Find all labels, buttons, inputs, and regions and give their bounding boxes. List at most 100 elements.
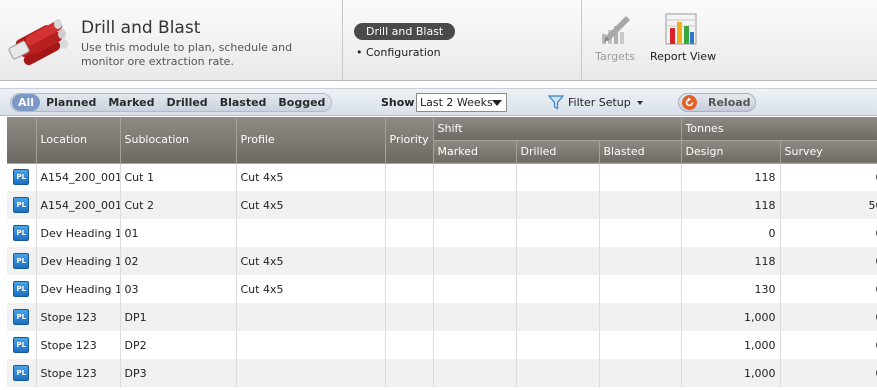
- cell-design[interactable]: 130: [681, 275, 781, 303]
- cell-priority[interactable]: [385, 219, 434, 247]
- cell-survey[interactable]: 50: [780, 191, 877, 219]
- cell-sublocation[interactable]: DP2: [120, 331, 237, 359]
- targets-button[interactable]: Targets: [594, 12, 636, 63]
- cell-blasted[interactable]: [599, 163, 682, 191]
- cell-location[interactable]: A154_200_001: [36, 163, 121, 191]
- table-row[interactable]: PL Stope 123DP3 1,0000: [7, 359, 877, 387]
- cell-profile[interactable]: Cut 4x5: [236, 163, 386, 191]
- cell-drilled[interactable]: [516, 163, 600, 191]
- col-header-survey[interactable]: Survey: [780, 140, 877, 164]
- cell-blasted[interactable]: [599, 331, 682, 359]
- cell-design[interactable]: 0: [681, 219, 781, 247]
- filter-bogged[interactable]: Bogged: [272, 94, 331, 111]
- cell-location[interactable]: Stope 123: [36, 303, 121, 331]
- filter-planned[interactable]: Planned: [40, 94, 102, 111]
- cell-blasted[interactable]: [599, 219, 682, 247]
- cell-blasted[interactable]: [599, 275, 682, 303]
- cell-marked[interactable]: [433, 275, 517, 303]
- cell-priority[interactable]: [385, 303, 434, 331]
- cell-marked[interactable]: [433, 219, 517, 247]
- cell-marked[interactable]: [433, 247, 517, 275]
- cell-location[interactable]: Dev Heading 1: [36, 219, 121, 247]
- cell-sublocation[interactable]: 01: [120, 219, 237, 247]
- nav-configuration[interactable]: • Configuration: [356, 46, 441, 59]
- col-header-location[interactable]: Location: [36, 117, 121, 164]
- cell-drilled[interactable]: [516, 247, 600, 275]
- filter-drilled[interactable]: Drilled: [160, 94, 213, 111]
- col-header-sublocation[interactable]: Sublocation: [120, 117, 237, 164]
- table-row[interactable]: PL A154_200_001Cut 1Cut 4x5 1180: [7, 163, 877, 191]
- cell-drilled[interactable]: [516, 331, 600, 359]
- cell-drilled[interactable]: [516, 303, 600, 331]
- cell-location[interactable]: Dev Heading 1: [36, 247, 121, 275]
- cell-priority[interactable]: [385, 247, 434, 275]
- table-row[interactable]: PL Dev Heading 102Cut 4x5 1180: [7, 247, 877, 275]
- cell-drilled[interactable]: [516, 219, 600, 247]
- cell-marked[interactable]: [433, 191, 517, 219]
- col-header-priority[interactable]: Priority: [385, 117, 434, 164]
- cell-location[interactable]: Stope 123: [36, 331, 121, 359]
- cell-sublocation[interactable]: Cut 2: [120, 191, 237, 219]
- filter-blasted[interactable]: Blasted: [214, 94, 273, 111]
- cell-design[interactable]: 118: [681, 247, 781, 275]
- cell-blasted[interactable]: [599, 359, 682, 387]
- cell-drilled[interactable]: [516, 191, 600, 219]
- filter-setup-button[interactable]: Filter Setup: [548, 95, 643, 110]
- cell-profile[interactable]: [236, 331, 386, 359]
- cell-profile[interactable]: Cut 4x5: [236, 191, 386, 219]
- filter-all[interactable]: All: [12, 94, 41, 111]
- cell-survey[interactable]: 0: [780, 247, 877, 275]
- cell-sublocation[interactable]: 02: [120, 247, 237, 275]
- cell-drilled[interactable]: [516, 359, 600, 387]
- cell-priority[interactable]: [385, 191, 434, 219]
- cell-priority[interactable]: [385, 163, 434, 191]
- cell-marked[interactable]: [433, 331, 517, 359]
- cell-design[interactable]: 118: [681, 163, 781, 191]
- cell-design[interactable]: 1,000: [681, 359, 781, 387]
- cell-survey[interactable]: 0: [780, 275, 877, 303]
- cell-location[interactable]: Dev Heading 1: [36, 275, 121, 303]
- table-row[interactable]: PL Dev Heading 101 00: [7, 219, 877, 247]
- cell-marked[interactable]: [433, 303, 517, 331]
- col-header-marked[interactable]: Marked: [433, 140, 517, 164]
- cell-profile[interactable]: Cut 4x5: [236, 247, 386, 275]
- cell-survey[interactable]: 0: [780, 219, 877, 247]
- cell-profile[interactable]: [236, 359, 386, 387]
- col-header-design[interactable]: Design: [681, 140, 781, 164]
- cell-survey[interactable]: 0: [780, 163, 877, 191]
- nav-drill-and-blast[interactable]: Drill and Blast: [354, 23, 456, 40]
- report-view-button[interactable]: Report View: [650, 12, 716, 63]
- cell-survey[interactable]: 0: [780, 359, 877, 387]
- cell-profile[interactable]: Cut 4x5: [236, 275, 386, 303]
- col-header-blasted[interactable]: Blasted: [599, 140, 682, 164]
- cell-priority[interactable]: [385, 359, 434, 387]
- table-row[interactable]: PL Stope 123DP1 1,0000: [7, 303, 877, 331]
- cell-profile[interactable]: [236, 303, 386, 331]
- table-row[interactable]: PL Stope 123DP2 1,0000: [7, 331, 877, 359]
- col-header-drilled[interactable]: Drilled: [516, 140, 600, 164]
- cell-marked[interactable]: [433, 359, 517, 387]
- reload-button[interactable]: Reload: [678, 93, 756, 112]
- cell-blasted[interactable]: [599, 247, 682, 275]
- cell-design[interactable]: 1,000: [681, 331, 781, 359]
- cell-drilled[interactable]: [516, 275, 600, 303]
- cell-profile[interactable]: [236, 219, 386, 247]
- table-row[interactable]: PL A154_200_001Cut 2Cut 4x5 11850: [7, 191, 877, 219]
- cell-sublocation[interactable]: 03: [120, 275, 237, 303]
- cell-sublocation[interactable]: Cut 1: [120, 163, 237, 191]
- cell-marked[interactable]: [433, 163, 517, 191]
- cell-blasted[interactable]: [599, 303, 682, 331]
- cell-design[interactable]: 118: [681, 191, 781, 219]
- cell-design[interactable]: 1,000: [681, 303, 781, 331]
- cell-survey[interactable]: 0: [780, 303, 877, 331]
- cell-location[interactable]: Stope 123: [36, 359, 121, 387]
- cell-priority[interactable]: [385, 331, 434, 359]
- cell-location[interactable]: A154_200_001: [36, 191, 121, 219]
- filter-marked[interactable]: Marked: [102, 94, 160, 111]
- cell-survey[interactable]: 0: [780, 331, 877, 359]
- show-period-select[interactable]: Last 2 Weeks: [416, 93, 507, 112]
- cell-priority[interactable]: [385, 275, 434, 303]
- col-header-profile[interactable]: Profile: [236, 117, 386, 164]
- cell-blasted[interactable]: [599, 191, 682, 219]
- cell-sublocation[interactable]: DP3: [120, 359, 237, 387]
